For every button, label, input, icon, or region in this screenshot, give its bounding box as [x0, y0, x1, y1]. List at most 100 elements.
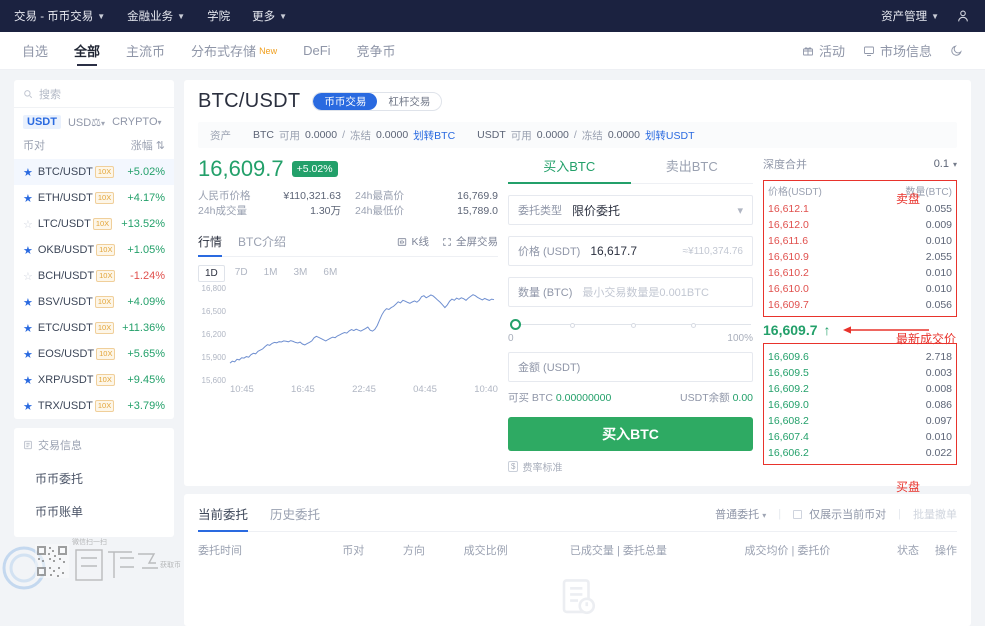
- favorite-star-icon[interactable]: ★: [23, 244, 33, 257]
- favorite-star-icon[interactable]: ★: [23, 374, 33, 387]
- order-book-row[interactable]: 16,609.7 0.056: [768, 297, 952, 313]
- order-book-row[interactable]: 16,612.0 0.009: [768, 217, 952, 233]
- subnav-item-altcoins[interactable]: 竞争币: [357, 32, 396, 70]
- amount-input[interactable]: 金额 (USDT): [508, 352, 753, 382]
- favorite-star-icon[interactable]: ★: [23, 192, 33, 205]
- range-1d[interactable]: 1D: [198, 265, 225, 282]
- trade-info-item-orders[interactable]: 币币委托: [23, 462, 165, 495]
- order-book-row[interactable]: 16,607.4 0.010: [768, 429, 952, 445]
- subnav-item-mainstream[interactable]: 主流币: [126, 32, 165, 70]
- favorite-star-icon[interactable]: ☆: [23, 218, 33, 231]
- subnav-item-all[interactable]: 全部: [74, 32, 100, 70]
- favorite-star-icon[interactable]: ★: [23, 348, 33, 361]
- order-book-row[interactable]: 16,609.6 2.718: [768, 349, 952, 365]
- trading-main-row: 16,609.7 +5.02% 人民币价格 ¥110,321.63 24h成交量…: [184, 148, 971, 494]
- range-1m[interactable]: 1M: [258, 265, 284, 282]
- coin-row[interactable]: ☆ BCH/USDT 10X -1.24%: [14, 263, 174, 289]
- price-change-label: +11.36%: [122, 322, 165, 334]
- transfer-usdt-link[interactable]: 划转USDT: [645, 128, 695, 143]
- order-book-row[interactable]: 16,609.5 0.003: [768, 365, 952, 381]
- chevron-down-icon: ▼: [97, 11, 106, 21]
- coin-row[interactable]: ☆ LTC/USDT 10X +13.52%: [14, 211, 174, 237]
- coin-row[interactable]: ★ TRX/USDT 10X +3.79%: [14, 393, 174, 419]
- top-navigation-bar: 交易 - 币币交易 ▼ 金融业务 ▼ 学院 更多 ▼ 资产管理 ▼: [0, 0, 985, 32]
- coin-row[interactable]: ★ EOS/USDT 10X +5.65%: [14, 341, 174, 367]
- current-pair-checkbox[interactable]: 仅展示当前币对: [793, 506, 886, 522]
- coin-pair-label: TRX/USDT: [37, 400, 93, 412]
- usdt-avail-label: 可用: [510, 129, 532, 142]
- subnav-item-activity[interactable]: 活动: [802, 32, 845, 70]
- currency-tab-usdt[interactable]: USDT: [23, 115, 61, 129]
- subnav-item-storage[interactable]: 分布式存储 New: [191, 32, 277, 70]
- trade-mode-margin[interactable]: 杠杆交易: [377, 93, 441, 110]
- coin-row[interactable]: ★ BTC/USDT 10X +5.02%: [14, 159, 174, 185]
- order-book-row[interactable]: 16,609.2 0.008: [768, 381, 952, 397]
- order-book-row[interactable]: 16,606.2 0.022: [768, 445, 952, 461]
- slider-handle[interactable]: [510, 319, 521, 330]
- trade-info-item-bills[interactable]: 币币账单: [23, 495, 165, 528]
- depth-select[interactable]: 0.1 ▾: [934, 158, 957, 170]
- tab-btc-intro[interactable]: BTC介绍: [238, 233, 286, 256]
- subnav-item-favorites[interactable]: 自选: [22, 32, 48, 70]
- favorite-star-icon[interactable]: ★: [23, 296, 33, 309]
- submit-buy-button[interactable]: 买入BTC: [508, 417, 753, 451]
- order-book-row[interactable]: 16,609.0 0.086: [768, 397, 952, 413]
- order-book-row[interactable]: 16,610.9 2.055: [768, 249, 952, 265]
- subnav-item-defi[interactable]: DeFi: [303, 32, 330, 70]
- price-input[interactable]: 价格 (USDT) 16,617.7 ≈¥110,374.76: [508, 236, 753, 266]
- coin-row[interactable]: ★ ETH/USDT 10X +4.17%: [14, 185, 174, 211]
- tab-market[interactable]: 行情: [198, 233, 223, 257]
- user-icon[interactable]: [955, 8, 971, 24]
- favorite-star-icon[interactable]: ★: [23, 166, 33, 179]
- price-change-label: +5.02%: [127, 166, 165, 178]
- range-3m[interactable]: 3M: [288, 265, 314, 282]
- topnav-item-asset-management[interactable]: 资产管理 ▼: [881, 8, 939, 24]
- leverage-badge: 10X: [94, 192, 115, 204]
- topnav-item-finance[interactable]: 金融业务 ▼: [127, 8, 185, 24]
- order-book-row[interactable]: 16,611.6 0.010: [768, 233, 952, 249]
- orders-tabs: 当前委托 历史委托 普通委托 ▾ | 仅展示当前币对 | 批量撤单: [198, 504, 957, 532]
- tab-buy[interactable]: 买入BTC: [508, 156, 631, 184]
- subnav-item-market-info[interactable]: 市场信息: [863, 32, 932, 70]
- favorite-star-icon[interactable]: ★: [23, 322, 33, 335]
- topnav-item-more[interactable]: 更多 ▼: [252, 8, 287, 24]
- favorite-star-icon[interactable]: ☆: [23, 270, 33, 283]
- batch-cancel-button[interactable]: 批量撤单: [913, 506, 957, 522]
- order-book-row[interactable]: 16,612.1 0.055: [768, 201, 952, 217]
- transfer-btc-link[interactable]: 划转BTC: [413, 128, 455, 143]
- theme-toggle-button[interactable]: [950, 32, 963, 70]
- topnav-item-academy[interactable]: 学院: [207, 8, 230, 24]
- coin-row[interactable]: ★ OKB/USDT 10X +1.05%: [14, 237, 174, 263]
- kline-button[interactable]: K线: [397, 234, 429, 249]
- range-6m[interactable]: 6M: [317, 265, 343, 282]
- order-filter-select[interactable]: 普通委托 ▾: [715, 506, 766, 522]
- order-book-row[interactable]: 16,610.0 0.010: [768, 281, 952, 297]
- tab-history-orders[interactable]: 历史委托: [270, 504, 320, 531]
- quantity-input[interactable]: 数量 (BTC) 最小交易数量是0.001BTC: [508, 277, 753, 307]
- currency-tab-crypto[interactable]: CRYPTO▾: [112, 116, 161, 128]
- coin-row[interactable]: ★ BSV/USDT 10X +4.09%: [14, 289, 174, 315]
- fullscreen-button[interactable]: 全屏交易: [442, 234, 498, 249]
- amount-slider[interactable]: [510, 319, 751, 331]
- column-change[interactable]: 涨幅 ⇅: [131, 137, 165, 153]
- orders-empty-state: [198, 558, 957, 626]
- tab-sell[interactable]: 卖出BTC: [631, 156, 754, 183]
- coin-row[interactable]: ★ XRP/USDT 10X +9.45%: [14, 367, 174, 393]
- order-book: 深度合并 0.1 ▾ 价格(USDT) 数量(BTC) 16,612.1 0.0…: [763, 156, 957, 494]
- range-7d[interactable]: 7D: [229, 265, 254, 282]
- topnav-item-trade[interactable]: 交易 - 币币交易 ▼: [14, 8, 105, 24]
- order-price: 16,609.7: [768, 299, 809, 311]
- tab-current-orders[interactable]: 当前委托: [198, 504, 249, 532]
- btc-avail-label: 可用: [279, 129, 300, 142]
- favorite-star-icon[interactable]: ★: [23, 400, 33, 413]
- search-input[interactable]: 搜索: [14, 80, 174, 108]
- currency-tab-usd[interactable]: USD⚖▾: [68, 116, 105, 129]
- fee-standard-link[interactable]: $ 费率标准: [508, 459, 753, 474]
- order-book-row[interactable]: 16,608.2 0.097: [768, 413, 952, 429]
- order-book-row[interactable]: 16,610.2 0.010: [768, 265, 952, 281]
- chevron-down-icon: ▾: [762, 510, 767, 520]
- trade-mode-spot[interactable]: 币币交易: [313, 93, 378, 110]
- coin-row[interactable]: ★ ETC/USDT 10X +11.36%: [14, 315, 174, 341]
- divider: |: [898, 507, 901, 520]
- order-type-select[interactable]: 委托类型 限价委托 ▾: [508, 195, 753, 225]
